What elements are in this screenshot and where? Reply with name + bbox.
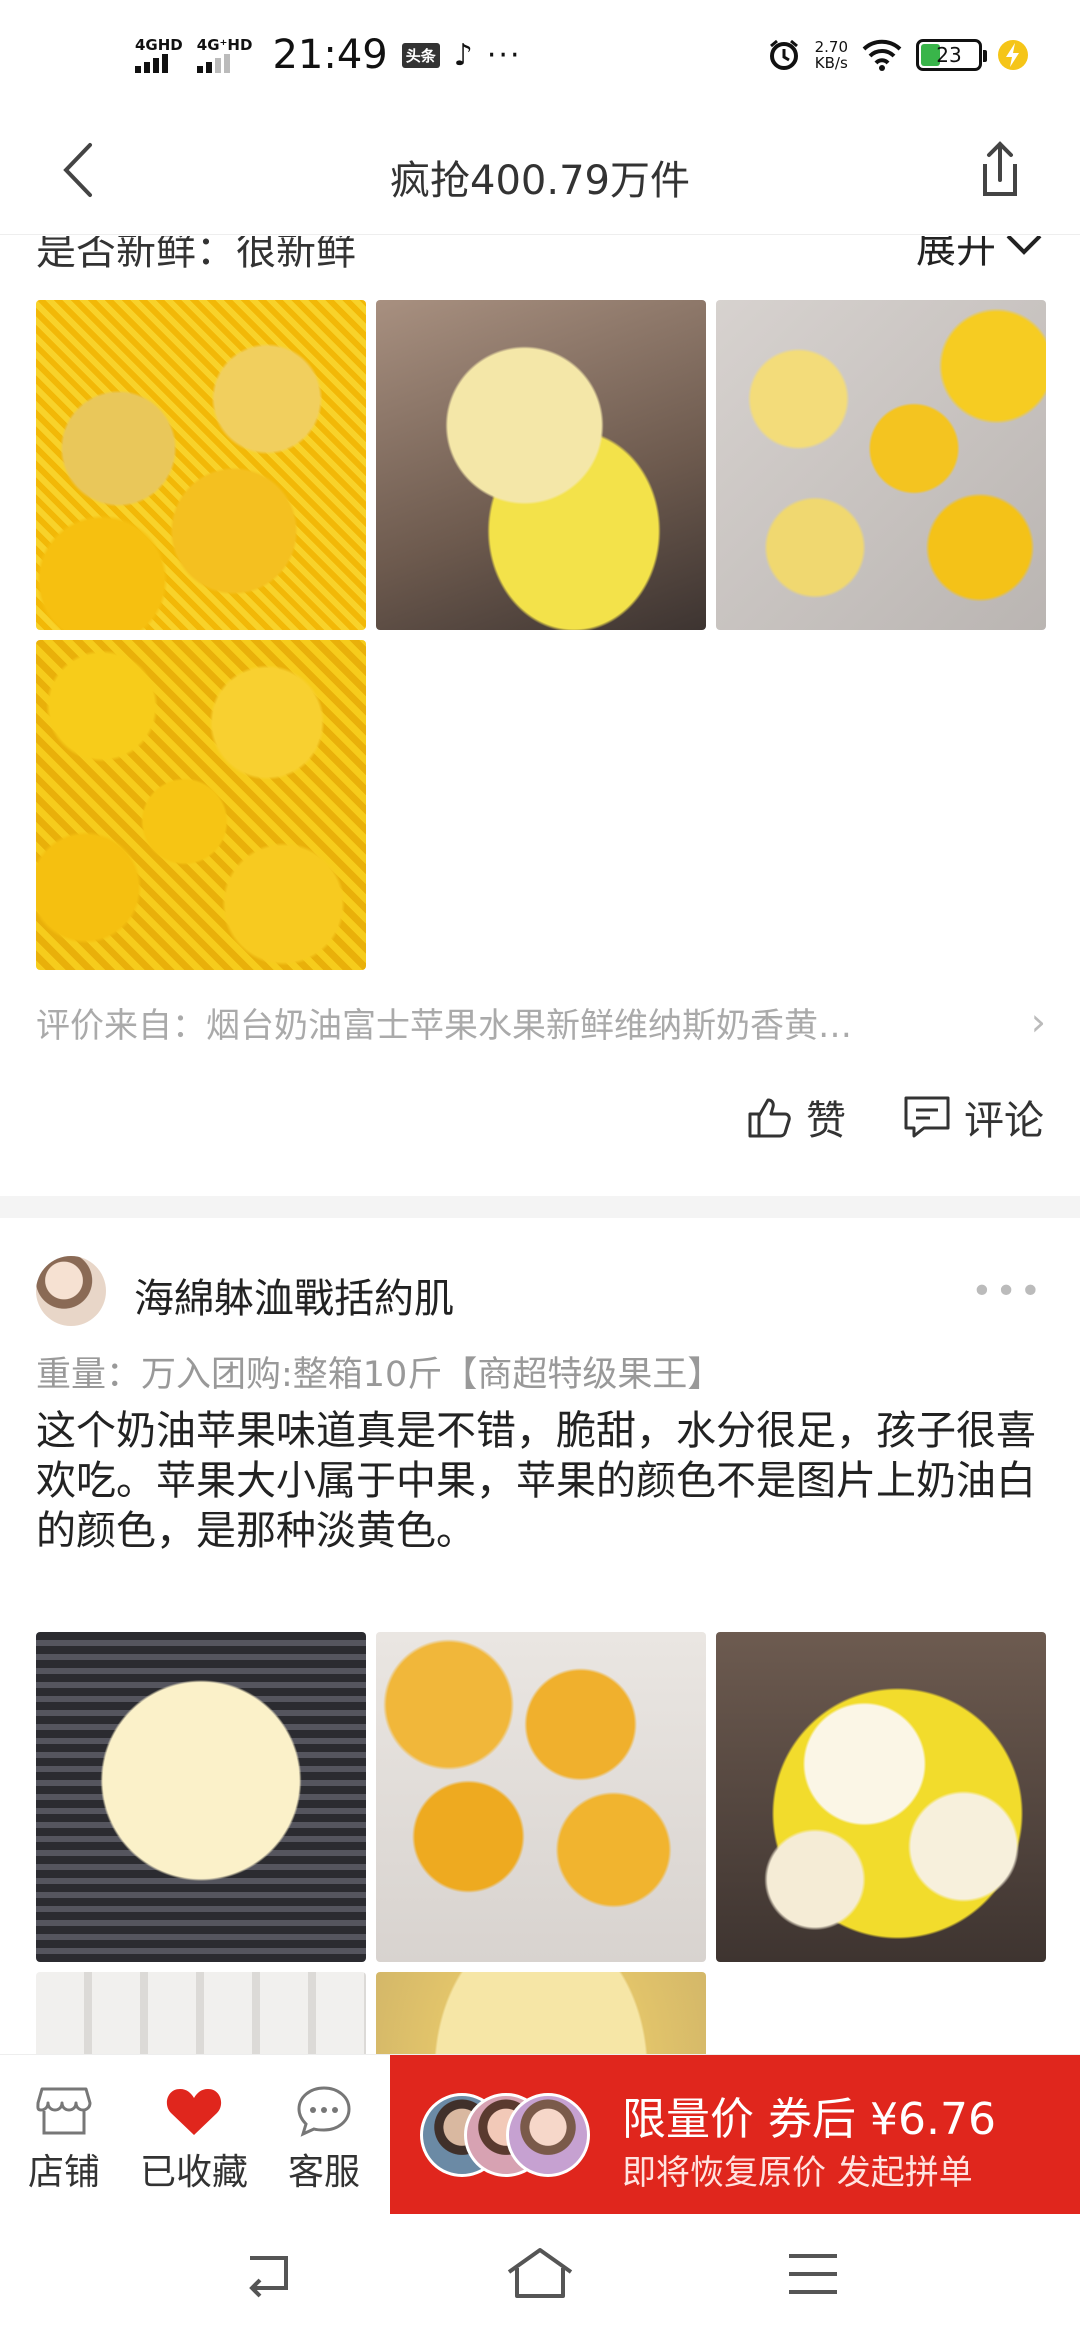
comment-button[interactable]: 评论	[902, 1088, 1044, 1146]
toutiao-icon: 头条	[401, 42, 440, 68]
like-button[interactable]: 赞	[746, 1088, 846, 1146]
signal-bars-icon	[196, 53, 230, 73]
review-text: 这个奶油苹果味道真是不错，脆甜，水分很足，孩子很喜欢吃。苹果大小属于中果，苹果的…	[36, 1408, 1036, 1554]
review-photo[interactable]	[36, 640, 366, 970]
page-title: 疯抢400.79万件	[390, 158, 690, 204]
network-speed: 2.70 KB/s	[814, 38, 848, 72]
chevron-down-icon	[1006, 236, 1042, 255]
avatar	[506, 2093, 590, 2177]
back-gesture-icon[interactable]	[240, 2250, 296, 2298]
review-feed[interactable]: 是否新鲜：很新鲜 展开 评价来自：烟台奶油富士苹果水果新鲜维纳斯奶香黄… › 赞…	[0, 236, 1080, 2054]
system-navigation-bar	[0, 2214, 1080, 2340]
bottom-action-bar: 店铺 已收藏 客服 限量价 券后 ¥6.76 即将恢复原价 发起拼单	[0, 2054, 1080, 2215]
review-photo[interactable]	[716, 300, 1046, 630]
status-left: 4GHD 4G⁺HD 21:49 头条 ♪ ···	[135, 32, 522, 78]
product-spec: 重量：万入团购:整箱10斤【商超特级果王】	[36, 1355, 723, 1395]
group-buy-button[interactable]: 限量价 券后 ¥6.76 即将恢复原价 发起拼单	[390, 2055, 1080, 2215]
customer-service-button[interactable]: 客服	[264, 2079, 384, 2195]
alarm-icon	[769, 39, 798, 70]
more-options-icon[interactable]: •••	[971, 1271, 1044, 1312]
comment-icon	[904, 1096, 950, 1138]
status-time: 21:49	[272, 32, 388, 78]
sim1-signal: 4GHD	[135, 37, 183, 73]
review-photo[interactable]	[376, 1632, 706, 1962]
review-photo[interactable]	[716, 1632, 1046, 1962]
review-photo[interactable]	[376, 300, 706, 630]
wifi-icon	[862, 39, 902, 71]
home-icon[interactable]	[505, 2246, 575, 2300]
sim2-signal: 4G⁺HD	[196, 37, 252, 73]
freshness-attribute: 是否新鲜：很新鲜	[36, 236, 356, 274]
expand-button[interactable]: 展开	[916, 236, 1044, 274]
thumbs-up-icon	[748, 1098, 791, 1138]
shop-button[interactable]: 店铺	[4, 2079, 124, 2195]
chat-bubble-icon	[297, 2086, 351, 2137]
review-photo-grid	[36, 300, 1046, 970]
status-right: 2.70 KB/s 23	[767, 38, 1030, 72]
favorite-button[interactable]: 已收藏	[134, 2079, 254, 2195]
reviewer-name[interactable]: 海綿躰洫戰括約肌	[134, 1266, 454, 1324]
avatar[interactable]	[36, 1256, 106, 1326]
heart-icon	[166, 2089, 222, 2135]
signal-bars-icon	[135, 53, 168, 73]
store-icon	[36, 2087, 92, 2135]
more-notifications-icon: ···	[486, 37, 522, 73]
buyer-avatars	[420, 2093, 590, 2177]
review-photo[interactable]	[36, 1632, 366, 1962]
status-bar: 4GHD 4G⁺HD 21:49 头条 ♪ ··· 2.70 KB/s 23	[0, 0, 1080, 110]
chevron-right-icon[interactable]: ›	[1031, 1000, 1046, 1044]
tiktok-icon: ♪	[453, 37, 473, 73]
charging-icon	[998, 40, 1028, 70]
menu-icon[interactable]	[785, 2250, 841, 2298]
review-actions: 赞 评论	[746, 1088, 1044, 1146]
review-photo[interactable]	[36, 300, 366, 630]
share-icon[interactable]	[965, 134, 1035, 204]
battery-icon: 23	[916, 39, 987, 71]
review-photo[interactable]	[376, 1972, 706, 2054]
nav-bar: 疯抢400.79万件	[0, 110, 1080, 235]
review-source-link[interactable]: 评价来自：烟台奶油富士苹果水果新鲜维纳斯奶香黄…	[36, 998, 1016, 1047]
review-photo-grid	[36, 1632, 1046, 2054]
section-divider	[0, 1196, 1080, 1218]
start-group-label: 即将恢复原价 发起拼单	[622, 2153, 973, 2193]
review-photo[interactable]	[36, 1972, 366, 2054]
limited-price-label: 限量价 券后 ¥6.76	[622, 2094, 996, 2145]
